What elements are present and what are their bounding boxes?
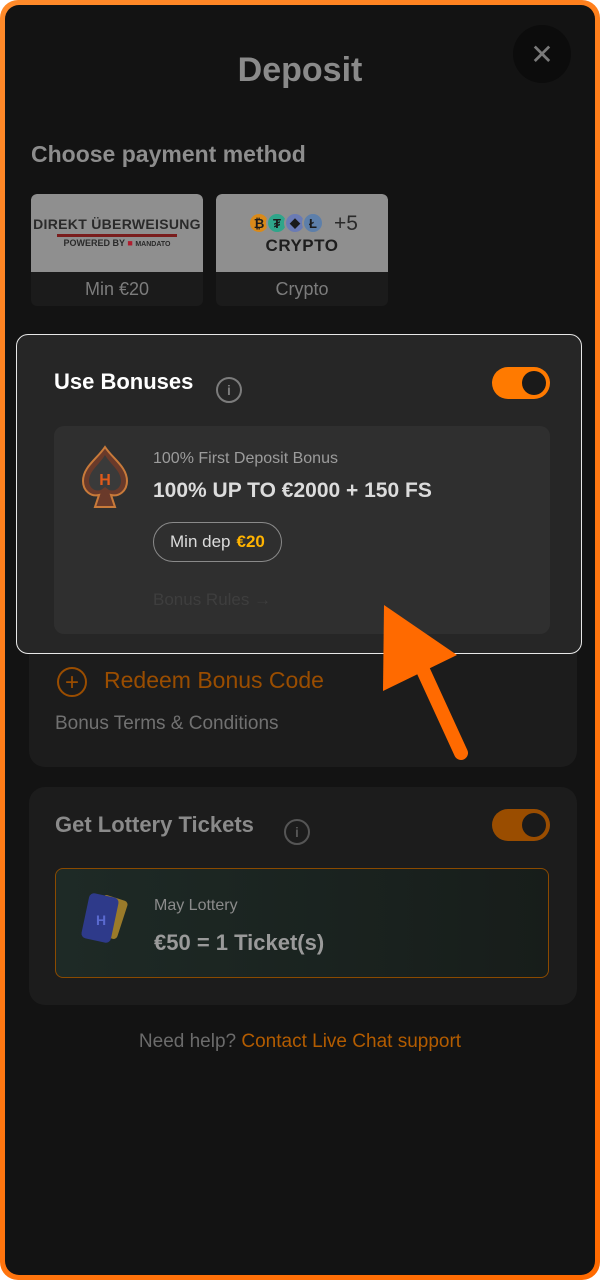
svg-text:H: H [96,912,106,928]
device-frame: Deposit ✕ Choose payment method DIREKT Ü… [0,0,600,1280]
lottery-heading: Get Lottery Tickets [55,812,254,837]
close-button[interactable]: ✕ [513,25,571,83]
live-chat-link[interactable]: Contact Live Chat support [241,1031,461,1052]
crypto-more-count: +5 [334,212,358,235]
crypto-logo: ₿ ₮ ◆ Ł +5 CRYPTO [216,194,388,272]
plus-circle-icon[interactable]: + [57,667,87,697]
help-prefix: Need help? [138,1031,237,1052]
payment-method-caption: Min €20 [84,279,150,299]
bonus-offer-headline: 100% UP TO €2000 + 150 FS [153,479,432,502]
use-bonuses-toggle[interactable] [492,367,550,399]
min-dep-label: Min dep [170,532,231,551]
bonus-terms-link[interactable]: Bonus Terms & Conditions [55,713,279,735]
min-deposit-badge: Min dep €20 [153,522,282,562]
direkt-logo-underline [57,234,177,237]
crypto-logo-text: CRYPTO [265,236,339,255]
svg-text:H: H [99,472,111,489]
help-text: Need help? Contact Live Chat support [5,1031,595,1053]
direkt-logo: DIREKT ÜBERWEISUNG POWERED BY ■ MANDATO [31,194,203,272]
payment-method-direkt[interactable]: DIREKT ÜBERWEISUNG POWERED BY ■ MANDATO … [31,194,203,306]
bonus-offer-subtitle: 100% First Deposit Bonus [153,450,338,467]
spade-badge-icon: H [81,445,129,508]
lottery-ticket-rate: €50 = 1 Ticket(s) [154,930,325,955]
toggle-knob [522,813,546,837]
info-icon[interactable]: i [216,377,242,403]
close-icon: ✕ [530,38,554,70]
lottery-ticket-icon: H [81,893,128,943]
direkt-logo-subtext: POWERED BY ■ MANDATO [63,238,171,248]
page-title: Deposit [237,51,363,89]
payment-method-crypto[interactable]: ₿ ₮ ◆ Ł +5 CRYPTO Crypto [216,194,388,306]
litecoin-icon: Ł [302,212,324,234]
toggle-knob [522,371,546,395]
deposit-modal: Deposit ✕ Choose payment method DIREKT Ü… [5,5,595,1275]
use-bonuses-label: Use Bonuses [54,369,194,394]
direkt-logo-text: DIREKT ÜBERWEISUNG [33,216,201,232]
lottery-subtitle: May Lottery [154,897,238,914]
crypto-coins-icon: ₿ ₮ ◆ Ł [248,212,324,234]
redeem-bonus-code-link[interactable]: Redeem Bonus Code [104,667,324,694]
info-icon[interactable]: i [284,819,310,845]
min-dep-amount: €20 [236,532,265,551]
bonus-rules-link[interactable]: Bonus Rules → [153,590,271,610]
payment-method-heading: Choose payment method [31,141,306,167]
lottery-toggle[interactable] [492,809,550,841]
payment-method-caption: Crypto [275,279,329,299]
